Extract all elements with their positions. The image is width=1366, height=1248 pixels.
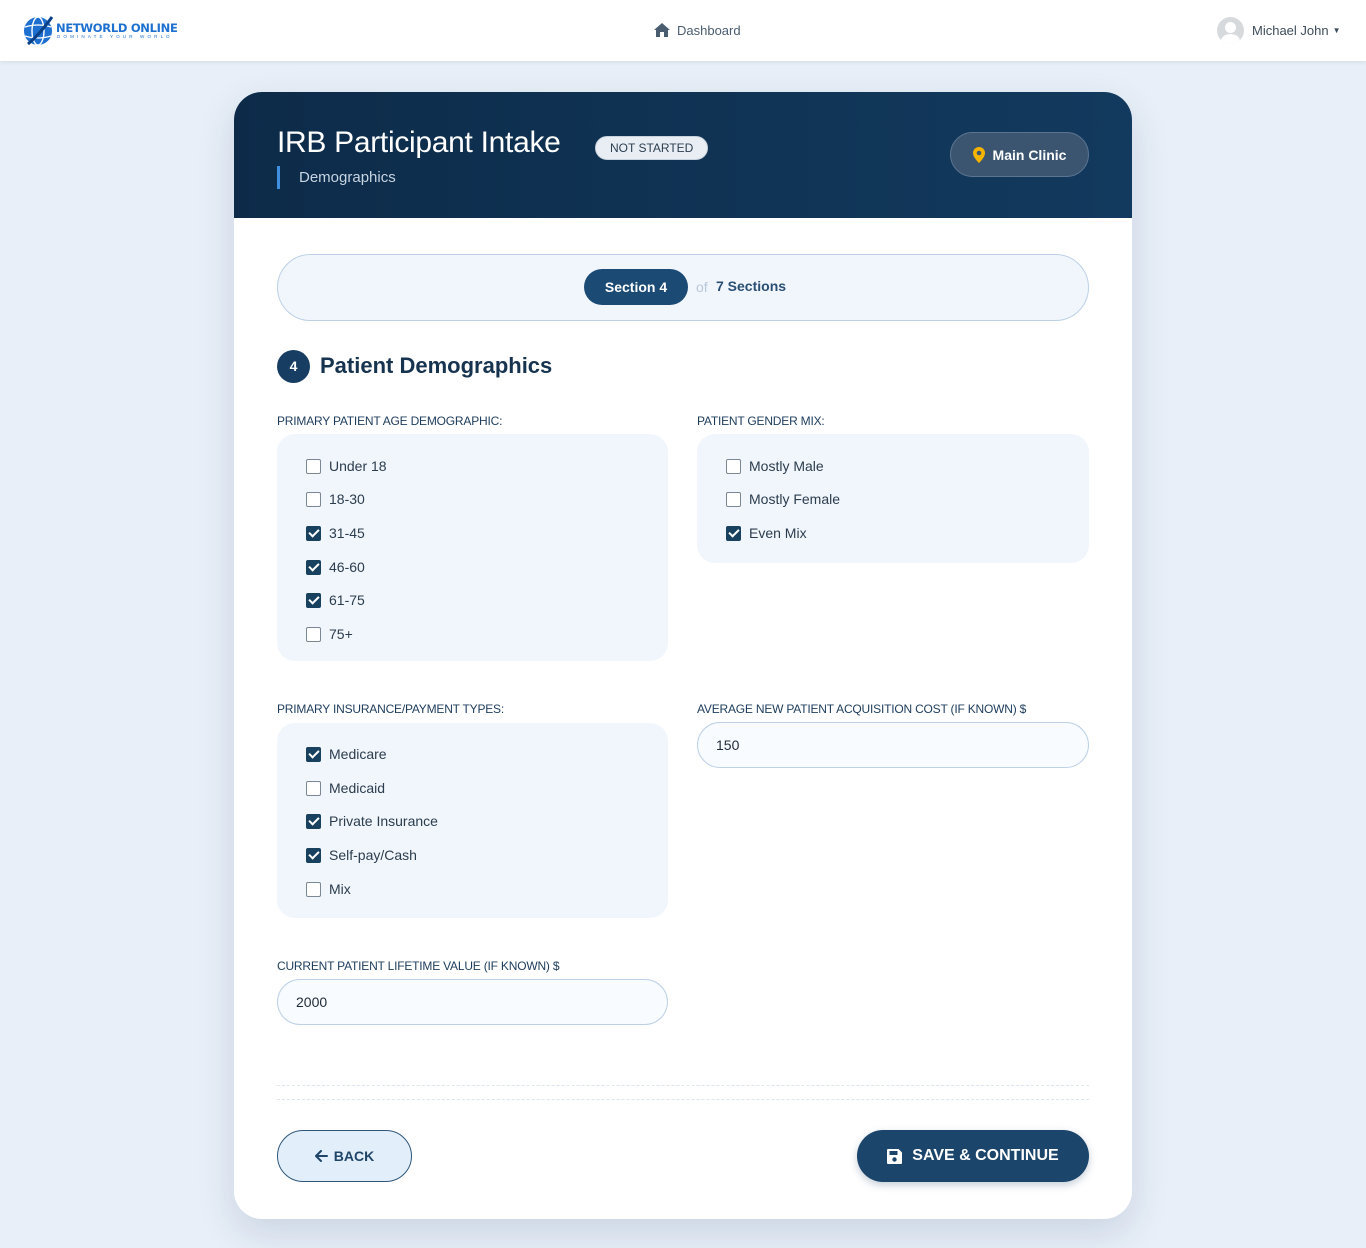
insurance-field-label: PRIMARY INSURANCE/PAYMENT TYPES: <box>277 702 504 716</box>
insurance-option-medicare[interactable]: Medicare <box>306 745 387 763</box>
checkbox[interactable] <box>306 525 321 541</box>
section-progress: Section 4 of 7 Sections <box>277 254 1089 321</box>
option-label: Medicare <box>329 746 387 762</box>
checkbox[interactable] <box>306 491 321 507</box>
gender-option-mostly-male[interactable]: Mostly Male <box>726 457 824 475</box>
progress-of-text: of <box>696 279 708 295</box>
option-label: Self-pay/Cash <box>329 847 417 863</box>
location-selector[interactable]: Main Clinic <box>950 132 1089 177</box>
gender-field-label: PATIENT GENDER MIX: <box>697 414 825 428</box>
checkbox[interactable] <box>726 525 741 541</box>
age-option-61-75[interactable]: 61-75 <box>306 591 365 609</box>
checkbox[interactable] <box>726 491 741 507</box>
current-section-chip: Section 4 <box>584 269 688 305</box>
insurance-options-box: Medicare Medicaid Private Insurance Self… <box>277 723 668 918</box>
acquisition-cost-label: AVERAGE NEW PATIENT ACQUISITION COST (IF… <box>697 702 1027 716</box>
age-option-46-60[interactable]: 46-60 <box>306 558 365 576</box>
option-label: Mostly Male <box>749 458 824 474</box>
checkbox[interactable] <box>306 626 321 642</box>
checkbox[interactable] <box>306 559 321 575</box>
globe-logo-icon <box>24 16 54 46</box>
total-sections-text: 7 Sections <box>716 278 787 294</box>
section-number-badge: 4 <box>277 350 310 383</box>
user-name: Michael John <box>1252 23 1329 38</box>
checkbox[interactable] <box>306 746 321 762</box>
checkbox[interactable] <box>306 813 321 829</box>
nav-dashboard-link[interactable]: Dashboard <box>654 21 741 39</box>
lifetime-value-input[interactable]: 2000 <box>277 979 668 1025</box>
age-options-box: Under 18 18-30 31-45 46-60 61-75 75+ <box>277 434 668 661</box>
age-option-31-45[interactable]: 31-45 <box>306 524 365 542</box>
age-field-label: PRIMARY PATIENT AGE DEMOGRAPHIC: <box>277 414 503 428</box>
top-navbar: NETWORLD ONLINE DOMINATE YOUR WORLD Dash… <box>0 0 1366 61</box>
option-label: Mix <box>329 881 351 897</box>
option-label: 18-30 <box>329 491 365 507</box>
page-subtitle: Demographics <box>277 166 396 189</box>
option-label: Medicaid <box>329 780 386 796</box>
floppy-disk-icon <box>887 1148 903 1164</box>
option-label: 75+ <box>329 626 353 642</box>
page-title: IRB Participant Intake <box>277 126 561 159</box>
location-label: Main Clinic <box>992 146 1067 163</box>
status-badge: NOT STARTED <box>595 136 709 160</box>
back-button[interactable]: BACK <box>277 1130 412 1182</box>
checkbox[interactable] <box>726 458 741 474</box>
avatar <box>1217 17 1244 44</box>
insurance-option-self-pay[interactable]: Self-pay/Cash <box>306 846 417 864</box>
back-button-label: BACK <box>333 1148 375 1164</box>
age-option-18-30[interactable]: 18-30 <box>306 490 365 508</box>
insurance-option-private[interactable]: Private Insurance <box>306 812 438 830</box>
insurance-option-mix[interactable]: Mix <box>306 880 351 898</box>
age-option-under-18[interactable]: Under 18 <box>306 457 387 475</box>
intake-card: IRB Participant Intake NOT STARTED Demog… <box>234 92 1132 1219</box>
save-button-label: SAVE & CONTINUE <box>912 1147 1059 1164</box>
checkbox[interactable] <box>306 881 321 897</box>
option-label: Mostly Female <box>749 491 841 507</box>
logo-tagline: DOMINATE YOUR WORLD <box>57 34 173 39</box>
acquisition-cost-input[interactable]: 150 <box>697 722 1089 768</box>
lifetime-value-label: CURRENT PATIENT LIFETIME VALUE (IF KNOWN… <box>277 959 560 973</box>
option-label: 61-75 <box>329 592 365 608</box>
brand-logo[interactable]: NETWORLD ONLINE DOMINATE YOUR WORLD <box>22 14 182 48</box>
gender-option-even-mix[interactable]: Even Mix <box>726 524 807 542</box>
option-label: 46-60 <box>329 559 365 575</box>
save-continue-button[interactable]: SAVE & CONTINUE <box>857 1130 1089 1182</box>
gender-option-mostly-female[interactable]: Mostly Female <box>726 490 840 508</box>
option-label: 31-45 <box>329 525 365 541</box>
nav-dashboard-label: Dashboard <box>677 22 741 38</box>
divider <box>277 1085 1089 1086</box>
caret-down-icon: ▼ <box>1332 26 1341 35</box>
logo-title: NETWORLD ONLINE <box>56 21 178 35</box>
arrow-left-icon <box>314 1150 328 1162</box>
user-menu[interactable]: Michael John ▼ <box>1217 17 1341 44</box>
home-icon <box>654 23 670 37</box>
checkbox[interactable] <box>306 458 321 474</box>
checkbox[interactable] <box>306 780 321 796</box>
insurance-option-medicaid[interactable]: Medicaid <box>306 779 385 797</box>
age-option-75-plus[interactable]: 75+ <box>306 625 353 643</box>
section-title: Patient Demographics <box>320 353 553 378</box>
map-pin-icon <box>972 146 985 163</box>
option-label: Private Insurance <box>329 813 438 829</box>
card-header: IRB Participant Intake NOT STARTED Demog… <box>234 92 1132 218</box>
gender-options-box: Mostly Male Mostly Female Even Mix <box>697 434 1089 563</box>
option-label: Even Mix <box>749 525 807 541</box>
option-label: Under 18 <box>329 458 387 474</box>
checkbox[interactable] <box>306 847 321 863</box>
divider <box>277 1099 1089 1100</box>
checkbox[interactable] <box>306 592 321 608</box>
